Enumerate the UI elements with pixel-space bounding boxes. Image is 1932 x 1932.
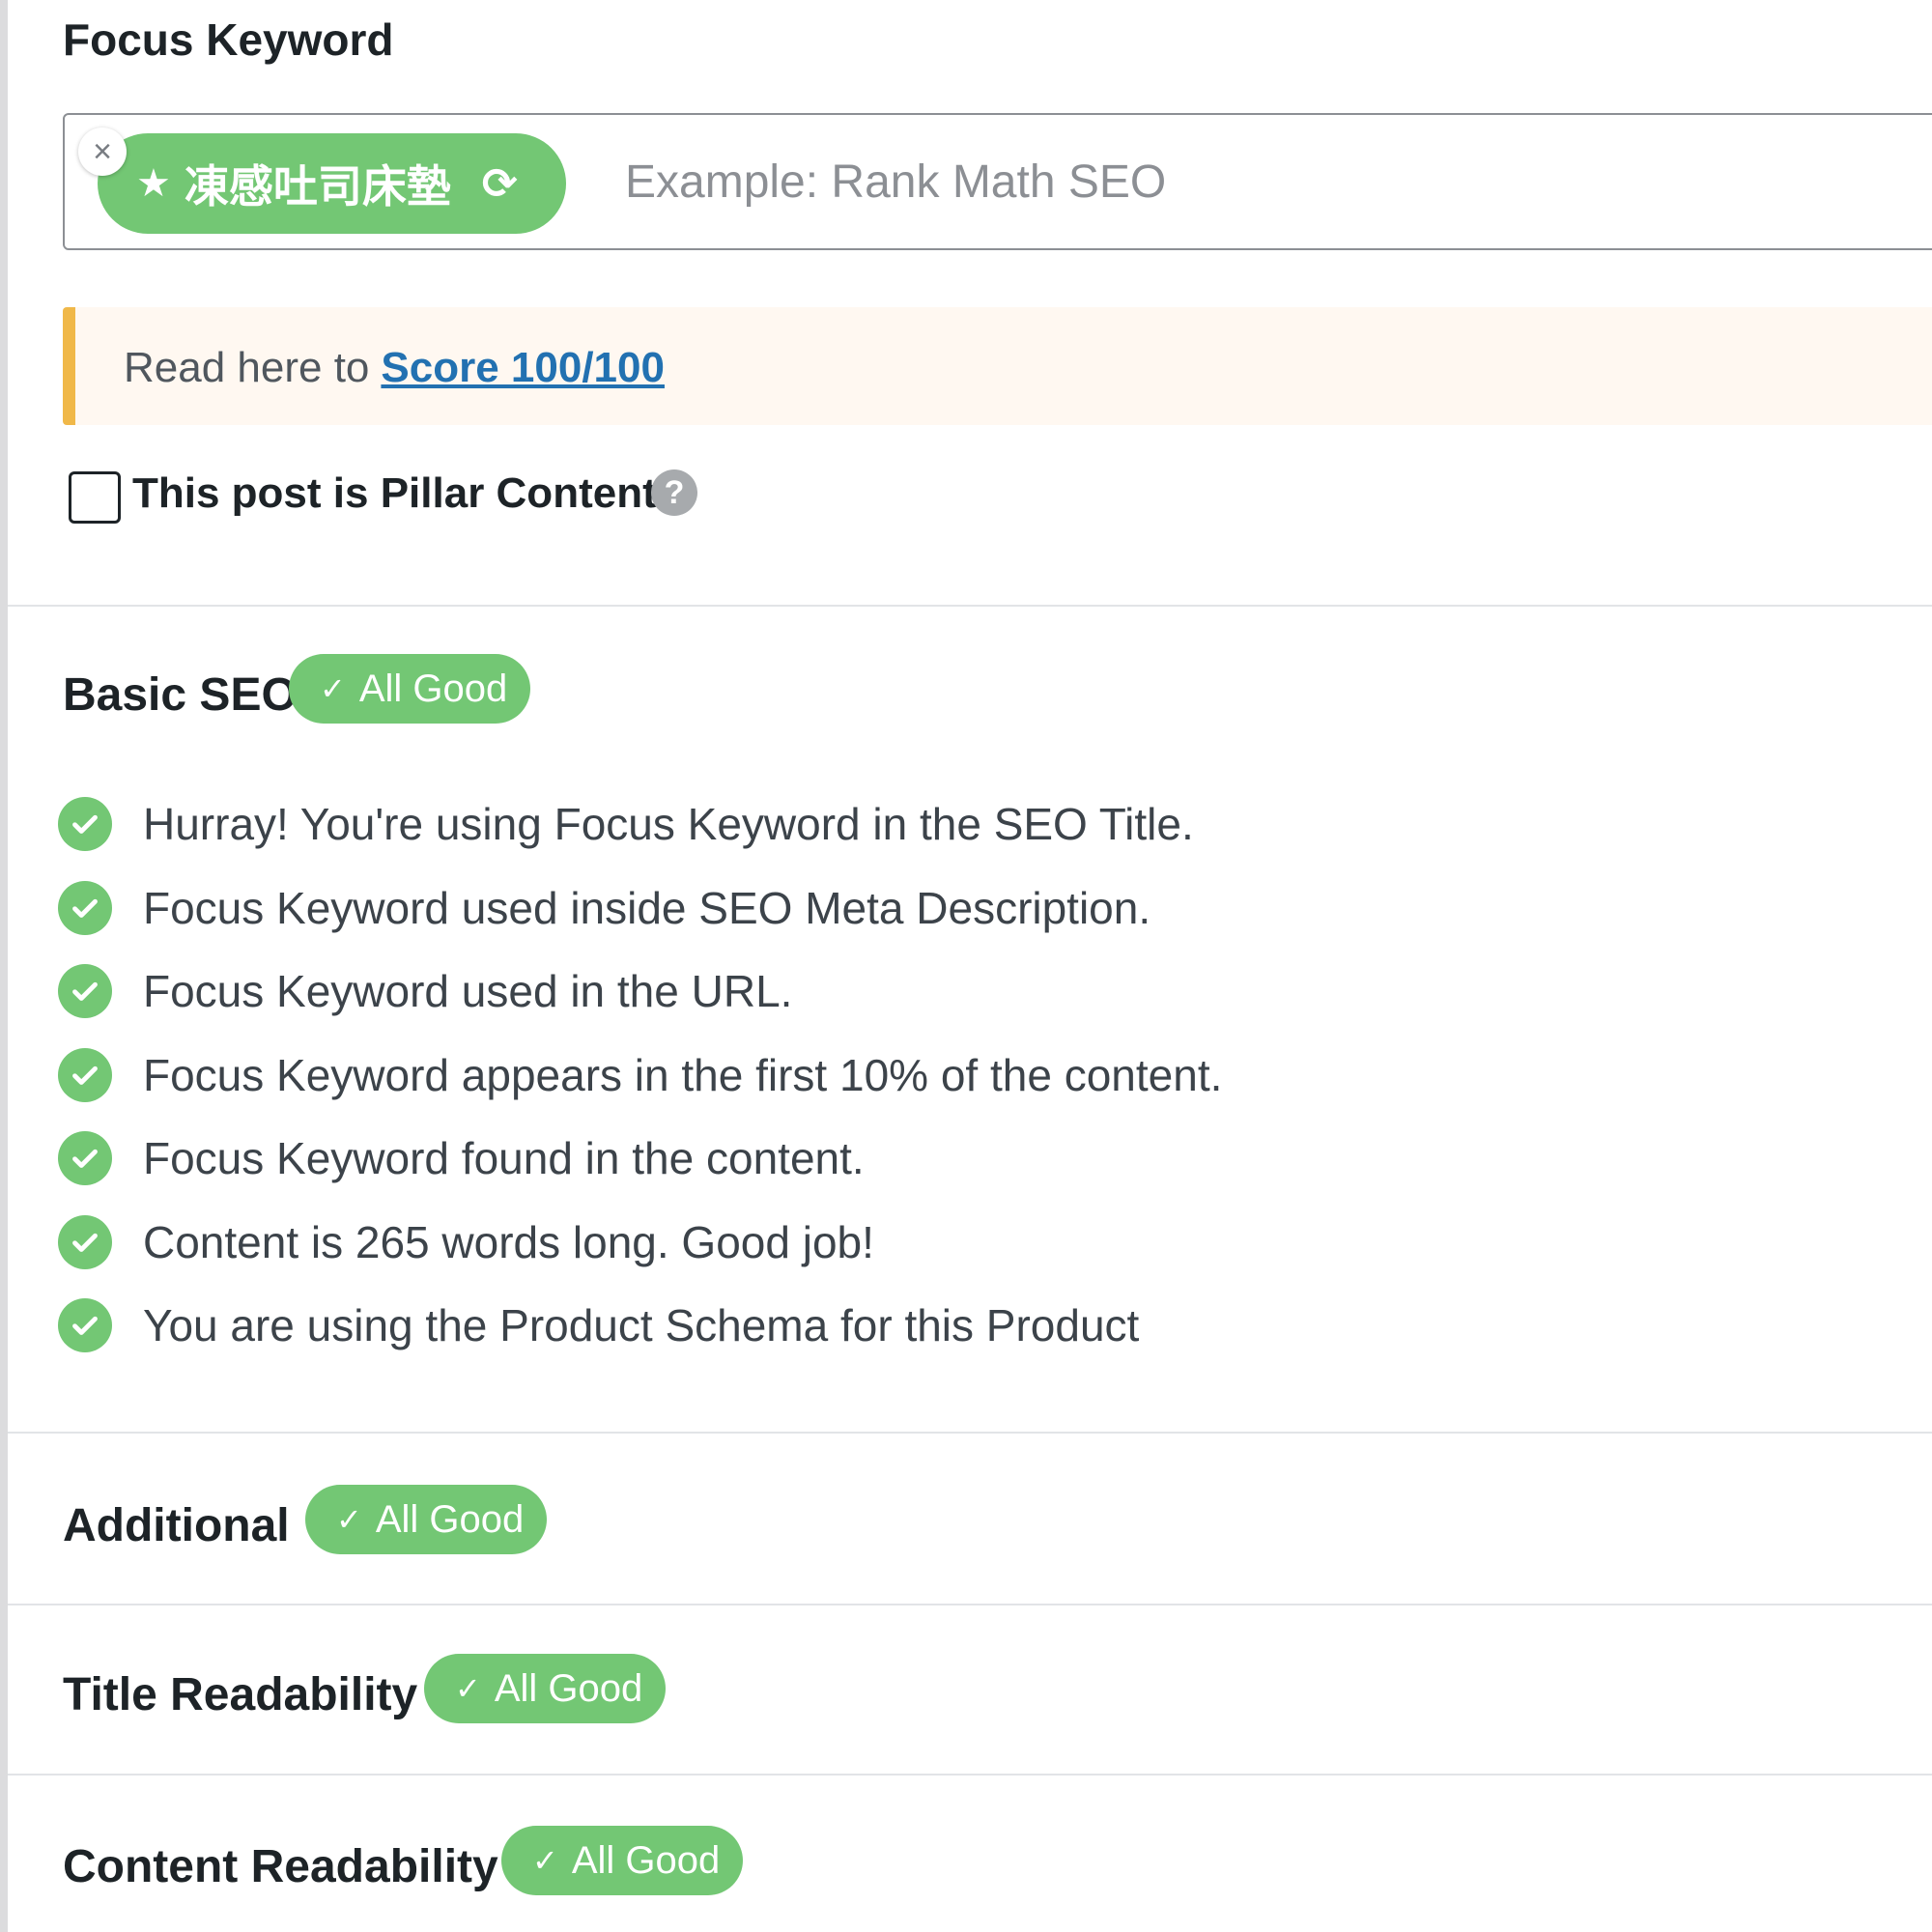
- section-title-title-readability[interactable]: Title Readability: [63, 1668, 417, 1721]
- check-circle-icon: [58, 1047, 112, 1102]
- section-divider: [8, 1774, 1932, 1776]
- status-badge-content-readability: ✓ All Good: [501, 1826, 744, 1895]
- notice-label: Read here to: [124, 344, 370, 391]
- checklist-item: Hurray! You're using Focus Keyword in th…: [58, 790, 1194, 858]
- section-divider: [8, 1604, 1932, 1605]
- section-title-content-readability[interactable]: Content Readability: [63, 1840, 498, 1893]
- check-circle-icon: [58, 1131, 112, 1185]
- score-notice: Read here to Score 100/100: [63, 307, 1932, 425]
- check-icon: ✓: [320, 671, 346, 706]
- focus-keyword-input[interactable]: ★ 凍感吐司床墊 ⟳ × Example: Rank Math SEO: [63, 113, 1932, 250]
- checklist-item-text: Focus Keyword found in the content.: [143, 1133, 865, 1183]
- check-circle-icon: [58, 964, 112, 1018]
- check-icon: ✓: [336, 1502, 362, 1537]
- status-badge-title-readability: ✓ All Good: [424, 1654, 667, 1723]
- checklist-item-text: You are using the Product Schema for thi…: [143, 1300, 1140, 1350]
- section-divider: [8, 1432, 1932, 1434]
- checklist-item: Focus Keyword used inside SEO Meta Descr…: [58, 874, 1151, 942]
- status-badge-label: All Good: [571, 1838, 721, 1882]
- keyword-tag-label: 凍感吐司床墊: [184, 161, 451, 212]
- check-circle-icon: [58, 1214, 112, 1269]
- rotate-icon[interactable]: ⟳: [482, 159, 518, 209]
- status-badge-basic-seo: ✓ All Good: [289, 654, 531, 724]
- rank-math-seo-panel: Focus Keyword ★ 凍感吐司床墊 ⟳ × Example: Rank…: [8, 0, 1932, 1932]
- section-title-additional[interactable]: Additional: [63, 1499, 290, 1552]
- status-badge-label: All Good: [358, 667, 508, 710]
- focus-keyword-placeholder[interactable]: Example: Rank Math SEO: [625, 156, 1166, 209]
- keyword-tag[interactable]: ★ 凍感吐司床墊 ⟳: [98, 133, 566, 234]
- status-badge-additional: ✓ All Good: [305, 1485, 548, 1554]
- status-badge-label: All Good: [494, 1666, 643, 1710]
- checklist-item: Content is 265 words long. Good job!: [58, 1208, 874, 1276]
- panel-left-border: [0, 0, 8, 1932]
- checklist-item: You are using the Product Schema for thi…: [58, 1292, 1139, 1359]
- pillar-content-label[interactable]: This post is Pillar Content: [132, 469, 657, 518]
- check-circle-icon: [58, 880, 112, 935]
- checklist-item-text: Focus Keyword used in the URL.: [143, 966, 793, 1016]
- check-icon: ✓: [532, 1843, 558, 1878]
- checklist-item: Focus Keyword appears in the first 10% o…: [58, 1041, 1222, 1109]
- checklist-item: Focus Keyword found in the content.: [58, 1124, 865, 1192]
- check-circle-icon: [58, 1298, 112, 1352]
- check-icon: ✓: [455, 1671, 481, 1706]
- star-icon[interactable]: ★: [136, 164, 171, 203]
- checklist-item-text: Focus Keyword appears in the first 10% o…: [143, 1049, 1223, 1100]
- checklist-item-text: Hurray! You're using Focus Keyword in th…: [143, 799, 1194, 849]
- pillar-content-checkbox[interactable]: [69, 471, 121, 524]
- checklist-item: Focus Keyword used in the URL.: [58, 957, 792, 1025]
- status-badge-label: All Good: [375, 1497, 525, 1541]
- focus-keyword-title: Focus Keyword: [63, 14, 394, 65]
- checklist-item-text: Content is 265 words long. Good job!: [143, 1216, 874, 1267]
- score-link[interactable]: Score 100/100: [381, 344, 665, 391]
- check-circle-icon: [58, 797, 112, 851]
- section-title-basic-seo[interactable]: Basic SEO: [63, 668, 298, 722]
- help-icon[interactable]: ?: [651, 469, 697, 516]
- remove-keyword-button[interactable]: ×: [78, 128, 127, 176]
- notice-text: Read here to Score 100/100: [124, 344, 665, 392]
- section-divider: [8, 605, 1932, 607]
- checklist-item-text: Focus Keyword used inside SEO Meta Descr…: [143, 882, 1151, 933]
